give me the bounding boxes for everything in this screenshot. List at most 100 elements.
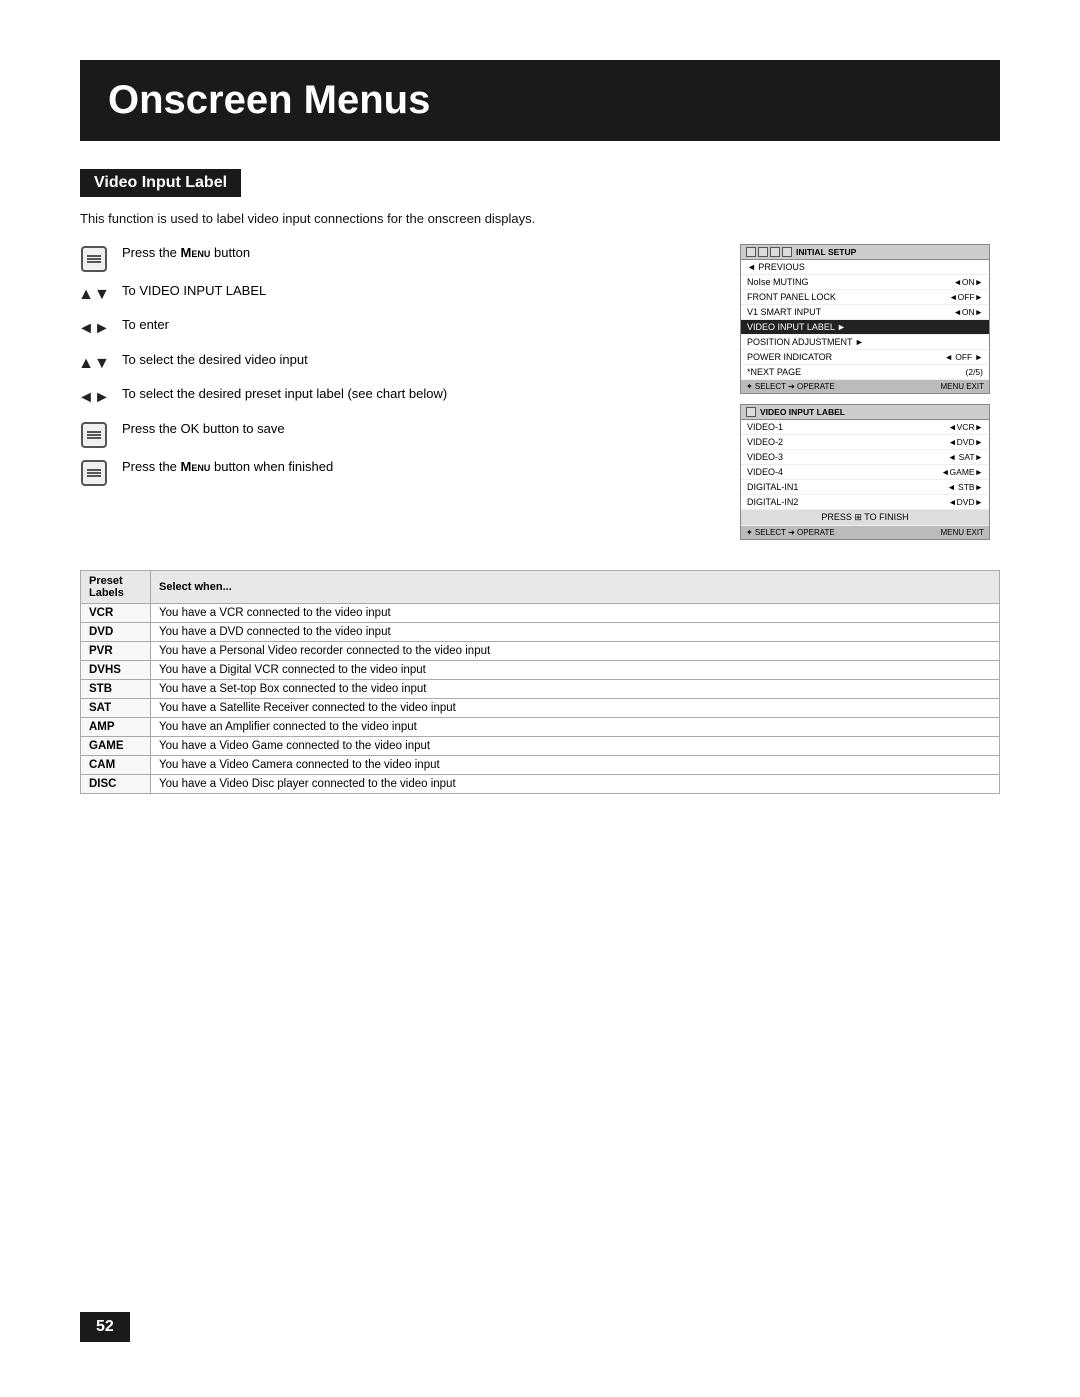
menu1-row-7: *NEXT PAGE (2/5)	[741, 365, 989, 380]
step-5-icon: ◄►	[80, 387, 108, 409]
step-3-icon: ◄►	[80, 318, 108, 340]
menu1-row-5: POSITION ADJUSTMENT ►	[741, 335, 989, 350]
preset-description-cell: You have a Video Disc player connected t…	[151, 775, 1000, 794]
icon-box-1	[746, 247, 756, 257]
table-row: STBYou have a Set-top Box connected to t…	[81, 680, 1000, 699]
step-6-icon	[80, 422, 108, 448]
updown-arrow-icon: ▲▼	[78, 284, 110, 306]
step-2-icon: ▲▼	[80, 284, 108, 306]
step-4-text: To select the desired video input	[122, 351, 710, 369]
step-list: Press the Menu button ▲▼ To VIDEO INPUT …	[80, 244, 710, 486]
menu1-footer-left: ✦ SELECT ➜ OPERATE	[746, 382, 835, 391]
table-row: DVDYou have a DVD connected to the video…	[81, 623, 1000, 642]
leftright-arrow-icon-2: ◄►	[78, 387, 110, 409]
table-row: DISCYou have a Video Disc player connect…	[81, 775, 1000, 794]
menu1-footer: ✦ SELECT ➜ OPERATE MENU EXIT	[741, 380, 989, 393]
menu1-row-6: POWER INDICATOR ◄ OFF ►	[741, 350, 989, 365]
menu1-icons	[746, 247, 792, 257]
menu1-title: INITIAL SETUP	[796, 247, 856, 257]
preset-label-cell: VCR	[81, 604, 151, 623]
preset-table: PresetLabels Select when... VCRYou have …	[80, 570, 1000, 794]
step-7-text: Press the Menu button when finished	[122, 458, 710, 476]
menu2-row-2: VIDEO-3 ◄ SAT►	[741, 450, 989, 465]
page-number: 52	[80, 1312, 130, 1342]
remote-menu-icon-2	[81, 460, 107, 486]
step-5: ◄► To select the desired preset input la…	[80, 385, 710, 409]
preset-label-cell: PVR	[81, 642, 151, 661]
menu-screen-1: INITIAL SETUP ◄ PREVIOUS NoIse MUTING ◄O…	[740, 244, 990, 394]
table-row: SATYou have a Satellite Receiver connect…	[81, 699, 1000, 718]
page-title: Onscreen Menus	[108, 78, 972, 123]
step-1: Press the Menu button	[80, 244, 710, 272]
table-row: AMPYou have an Amplifier connected to th…	[81, 718, 1000, 737]
table-header-labels: PresetLabels	[81, 571, 151, 604]
menu1-row-4-selected: VIDEO INPUT LABEL ►	[741, 320, 989, 335]
step-7: Press the Menu button when finished	[80, 458, 710, 486]
main-content: Press the Menu button ▲▼ To VIDEO INPUT …	[80, 244, 1000, 550]
section-header: Video Input Label	[80, 169, 241, 197]
steps-column: Press the Menu button ▲▼ To VIDEO INPUT …	[80, 244, 710, 550]
preset-label-cell: SAT	[81, 699, 151, 718]
icon-box-3	[770, 247, 780, 257]
menu2-footer-right: MENU EXIT	[940, 528, 984, 537]
step-3-text: To enter	[122, 316, 710, 334]
table-row: VCRYou have a VCR connected to the video…	[81, 604, 1000, 623]
menu2-icons	[746, 407, 756, 417]
preset-description-cell: You have an Amplifier connected to the v…	[151, 718, 1000, 737]
updown-arrow-icon-2: ▲▼	[78, 353, 110, 375]
menu1-row-2: FRONT PANEL LOCK ◄OFF►	[741, 290, 989, 305]
step-1-icon	[80, 246, 108, 272]
table-header-select: Select when...	[151, 571, 1000, 604]
preset-label-cell: CAM	[81, 756, 151, 775]
menu1-title-bar: INITIAL SETUP	[741, 245, 989, 260]
step-6-text: Press the OK button to save	[122, 420, 710, 438]
menu1-row-1: NoIse MUTING ◄ON►	[741, 275, 989, 290]
preset-label-cell: AMP	[81, 718, 151, 737]
step-2: ▲▼ To VIDEO INPUT LABEL	[80, 282, 710, 306]
preset-label-cell: DVHS	[81, 661, 151, 680]
step-5-text: To select the desired preset input label…	[122, 385, 710, 403]
step-4: ▲▼ To select the desired video input	[80, 351, 710, 375]
table-row: PVRYou have a Personal Video recorder co…	[81, 642, 1000, 661]
table-row: DVHSYou have a Digital VCR connected to …	[81, 661, 1000, 680]
preset-label-cell: GAME	[81, 737, 151, 756]
menu2-row-0: VIDEO-1 ◄VCR►	[741, 420, 989, 435]
preset-label-cell: DISC	[81, 775, 151, 794]
menu1-row-0: ◄ PREVIOUS	[741, 260, 989, 275]
page: Onscreen Menus Video Input Label This fu…	[0, 0, 1080, 1397]
menu1-footer-right: MENU EXIT	[940, 382, 984, 391]
step-4-icon: ▲▼	[80, 353, 108, 375]
menu-screens-column: INITIAL SETUP ◄ PREVIOUS NoIse MUTING ◄O…	[740, 244, 1000, 550]
preset-description-cell: You have a Set-top Box connected to the …	[151, 680, 1000, 699]
preset-description-cell: You have a Satellite Receiver connected …	[151, 699, 1000, 718]
intro-text: This function is used to label video inp…	[80, 211, 1000, 226]
preset-label-cell: STB	[81, 680, 151, 699]
preset-label-cell: DVD	[81, 623, 151, 642]
preset-description-cell: You have a Personal Video recorder conne…	[151, 642, 1000, 661]
preset-description-cell: You have a DVD connected to the video in…	[151, 623, 1000, 642]
step-3: ◄► To enter	[80, 316, 710, 340]
table-row: CAMYou have a Video Camera connected to …	[81, 756, 1000, 775]
menu2-row-4: DIGITAL-IN1 ◄ STB►	[741, 480, 989, 495]
step-1-text: Press the Menu button	[122, 244, 710, 262]
menu2-row-3: VIDEO-4 ◄GAME►	[741, 465, 989, 480]
icon-box-5	[746, 407, 756, 417]
menu2-finish-row: PRESS ⊞ TO FINISH	[741, 510, 989, 526]
table-row: GAMEYou have a Video Game connected to t…	[81, 737, 1000, 756]
menu2-finish-text: PRESS ⊞ TO FINISH	[821, 512, 908, 523]
page-title-bar: Onscreen Menus	[80, 60, 1000, 141]
step-2-text: To VIDEO INPUT LABEL	[122, 282, 710, 300]
preset-description-cell: You have a VCR connected to the video in…	[151, 604, 1000, 623]
menu2-footer: ✦ SELECT ➜ OPERATE MENU EXIT	[741, 526, 989, 539]
step-7-icon	[80, 460, 108, 486]
menu1-row-3: V1 SMART INPUT ◄ON►	[741, 305, 989, 320]
menu2-row-5: DIGITAL-IN2 ◄DVD►	[741, 495, 989, 510]
leftright-arrow-icon: ◄►	[78, 318, 110, 340]
menu2-row-1: VIDEO-2 ◄DVD►	[741, 435, 989, 450]
menu2-title: VIDEO INPUT LABEL	[760, 407, 845, 417]
section-title: Video Input Label	[94, 174, 227, 192]
preset-description-cell: You have a Digital VCR connected to the …	[151, 661, 1000, 680]
preset-description-cell: You have a Video Camera connected to the…	[151, 756, 1000, 775]
menu-screen-2: VIDEO INPUT LABEL VIDEO-1 ◄VCR► VIDEO-2 …	[740, 404, 990, 540]
icon-box-4	[782, 247, 792, 257]
